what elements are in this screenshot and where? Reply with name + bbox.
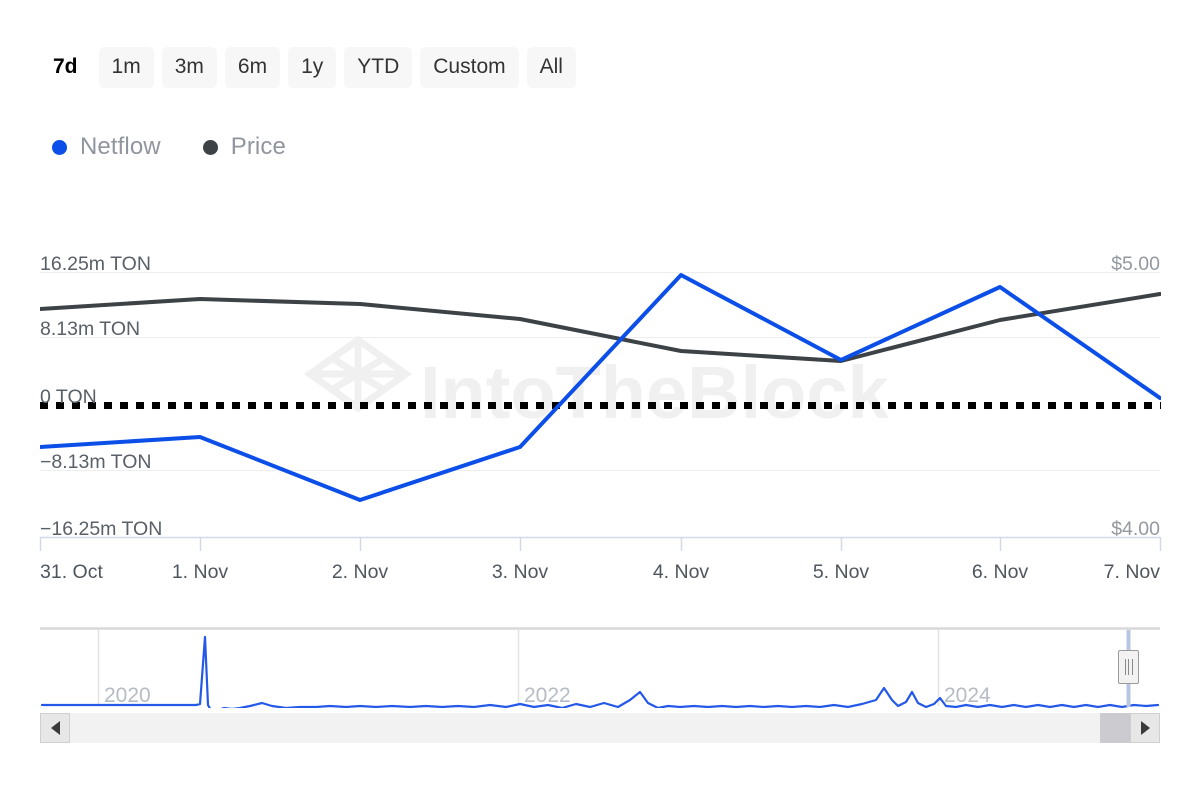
- x-tick-label: 1. Nov: [172, 561, 229, 583]
- navigator[interactable]: 2020 2022 2024: [40, 629, 1160, 713]
- y-tick-label: 0 TON: [40, 386, 97, 408]
- grip-line-icon: [1128, 659, 1129, 675]
- y-tick-label: −8.13m TON: [40, 451, 151, 473]
- navigator-year-label: 2020: [104, 684, 151, 707]
- chart-canvas: IntoTheBlock 16.25m TON 8.13m TON 0 TON …: [0, 0, 1200, 800]
- y2-tick-label: $5.00: [1111, 253, 1160, 275]
- y-axis-left: 16.25m TON 8.13m TON 0 TON −8.13m TON −1…: [40, 253, 162, 540]
- scrollbar-right-button[interactable]: [1130, 713, 1160, 743]
- navigator-year-label: 2024: [944, 684, 991, 707]
- grip-line-icon: [1125, 659, 1126, 675]
- arrow-left-icon: [51, 721, 60, 735]
- watermark: IntoTheBlock: [310, 340, 890, 434]
- x-axis: 31. Oct 1. Nov 2. Nov 3. Nov 4. Nov 5. N…: [40, 537, 1161, 583]
- y-tick-label: −16.25m TON: [40, 518, 162, 540]
- watermark-text: IntoTheBlock: [420, 351, 890, 434]
- scrollbar-left-button[interactable]: [40, 713, 70, 743]
- x-tick-label: 3. Nov: [492, 561, 549, 583]
- x-tick-label: 7. Nov: [1104, 561, 1161, 583]
- scrollbar-track[interactable]: [40, 713, 1160, 743]
- y-tick-label: 16.25m TON: [40, 253, 151, 275]
- x-tick-label: 4. Nov: [653, 561, 710, 583]
- scrollbar-thumb[interactable]: [1100, 713, 1130, 743]
- arrow-right-icon: [1141, 721, 1150, 735]
- netflow-chart-widget: 7d1m3m6m1yYTDCustomAll NetflowPrice Into…: [0, 0, 1200, 800]
- navigator-year-label: 2022: [524, 684, 571, 707]
- x-tick-label: 6. Nov: [972, 561, 1029, 583]
- x-tick-label: 2. Nov: [332, 561, 389, 583]
- x-tick-label: 5. Nov: [813, 561, 870, 583]
- navigator-gridlines: [99, 630, 939, 706]
- navigator-handle-right[interactable]: [1118, 650, 1139, 684]
- y-tick-label: 8.13m TON: [40, 318, 140, 340]
- grip-line-icon: [1132, 659, 1133, 675]
- x-tick-label: 31. Oct: [40, 561, 103, 583]
- y2-tick-label: $4.00: [1111, 518, 1160, 540]
